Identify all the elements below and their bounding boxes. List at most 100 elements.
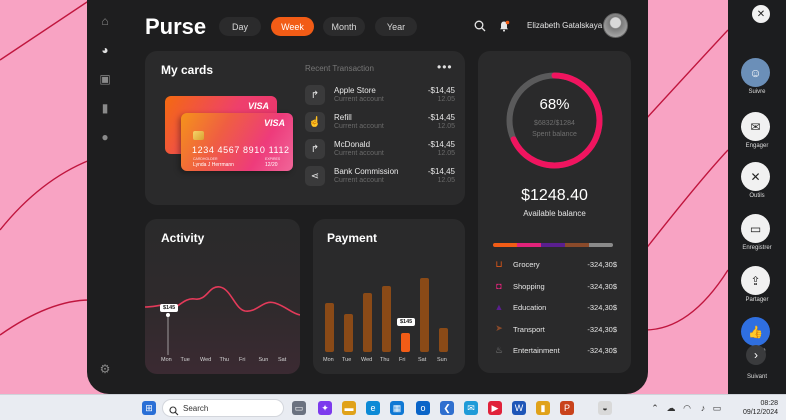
transaction-row[interactable]: ↱ McDonald Current account -$14,45 12.05 xyxy=(305,137,455,161)
transaction-date: 12.05 xyxy=(437,150,455,157)
transaction-account: Current account xyxy=(334,150,384,157)
my-cards-title: My cards xyxy=(161,63,214,77)
speaker-icon[interactable]: ♪ xyxy=(696,401,710,415)
payment-bar[interactable] xyxy=(439,328,448,352)
folder-icon[interactable]: ▭ xyxy=(741,214,770,243)
payment-panel: Payment $145 Mon Tue Wed Thu Fri Sat Sun xyxy=(313,219,465,374)
outlook-icon[interactable]: o xyxy=(416,401,430,415)
my-cards-panel: My cards Recent Transaction ••• VISA VIS… xyxy=(145,51,465,205)
avatar[interactable] xyxy=(603,13,628,38)
category-name: Shopping xyxy=(513,281,545,291)
payment-bar[interactable] xyxy=(420,277,429,352)
chevron-up-icon[interactable]: ⌃ xyxy=(648,401,662,415)
spent-ratio: $6832/$1284 xyxy=(534,120,575,127)
category-row[interactable]: ➤ Transport -324,30$ xyxy=(493,321,617,337)
transaction-row[interactable]: ↱ Apple Store Current account -$14,45 12… xyxy=(305,83,455,107)
settings-icon[interactable]: ⚙ xyxy=(98,362,112,376)
tab-day[interactable]: Day xyxy=(219,17,261,36)
taskbar-clock[interactable]: 08:28 09/12/2024 xyxy=(743,399,778,417)
card-number: 1234 4567 8910 1112 xyxy=(192,145,290,155)
powerpoint-icon[interactable]: P xyxy=(560,401,574,415)
transaction-row[interactable]: ⋖ Bank Commission Current account -$14,4… xyxy=(305,164,455,188)
location-icon[interactable]: ● xyxy=(98,130,112,144)
transaction-amount: -$14,45 xyxy=(427,86,455,95)
teams-icon[interactable]: ✉ xyxy=(464,401,478,415)
category-bar-segment xyxy=(493,243,517,247)
home-icon[interactable]: ⌂ xyxy=(98,14,112,28)
archive-icon[interactable]: ▣ xyxy=(98,72,112,86)
store-icon[interactable]: ▦ xyxy=(390,401,404,415)
payment-day-label: Sat xyxy=(418,357,427,363)
transaction-name: Apple Store xyxy=(334,86,376,95)
activity-day-label: Wed xyxy=(200,357,212,363)
search-icon xyxy=(169,403,179,420)
bookmark-icon[interactable]: ▮ xyxy=(98,101,112,115)
word-icon[interactable]: W xyxy=(512,401,526,415)
next-icon[interactable]: › xyxy=(746,345,766,365)
notification-bell-icon[interactable] xyxy=(497,19,511,33)
category-row[interactable]: ⊔ Grocery -324,30$ xyxy=(493,256,617,272)
share-icon[interactable]: ⇪ xyxy=(741,266,770,295)
category-amount: -324,30$ xyxy=(587,303,617,312)
edge-icon[interactable]: e xyxy=(366,401,380,415)
payment-bar[interactable] xyxy=(325,302,334,352)
search-icon[interactable] xyxy=(473,19,487,33)
copilot-icon[interactable]: ✦ xyxy=(318,401,332,415)
payment-bar[interactable] xyxy=(363,293,372,352)
cloud-icon[interactable]: ☁ xyxy=(664,401,678,415)
recent-transaction-label: Recent Transaction xyxy=(305,64,374,73)
transaction-name: Bank Commission xyxy=(334,167,399,176)
windows-start-icon[interactable]: ⊞ xyxy=(142,401,156,415)
credit-card-front[interactable]: VISA 1234 4567 8910 1112 CARDHOLDER Lynd… xyxy=(181,113,293,171)
visa-logo-front: VISA xyxy=(263,118,285,128)
category-amount: -324,30$ xyxy=(587,346,617,355)
transaction-account: Current account xyxy=(334,177,384,184)
tools-icon[interactable]: ✕ xyxy=(741,162,770,191)
transaction-date: 12.05 xyxy=(437,177,455,184)
battery-icon[interactable]: ▭ xyxy=(710,401,724,415)
youtube-icon[interactable]: ▶ xyxy=(488,401,502,415)
expires-label: EXPIRES xyxy=(265,157,281,161)
app-logo: Purse xyxy=(145,14,207,39)
category-name: Transport xyxy=(513,324,545,334)
more-options-icon[interactable]: ••• xyxy=(437,60,453,74)
category-row[interactable]: ▲ Education -324,30$ xyxy=(493,299,617,315)
tab-year[interactable]: Year xyxy=(375,17,417,36)
close-icon[interactable]: ✕ xyxy=(752,5,770,23)
activity-line-chart xyxy=(145,286,300,355)
payment-bar[interactable] xyxy=(344,314,353,352)
transaction-amount: -$14,45 xyxy=(427,113,455,122)
taskbar-search[interactable]: Search xyxy=(162,399,284,417)
payment-bar[interactable] xyxy=(401,333,410,352)
clock-date: 09/12/2024 xyxy=(742,409,778,416)
tab-week[interactable]: Week xyxy=(271,17,314,36)
strip-label: Enregistrer xyxy=(742,245,772,251)
like-icon[interactable]: 👍 xyxy=(741,317,770,346)
category-row[interactable]: ♨ Entertainment -324,30$ xyxy=(493,342,617,358)
pie-chart-icon[interactable]: ◕ xyxy=(98,43,112,57)
vscode-icon[interactable]: ❮ xyxy=(440,401,454,415)
transaction-row[interactable]: ☝ Refill Current account -$14,45 12.05 xyxy=(305,110,455,134)
cap-icon: ▲ xyxy=(494,302,504,312)
basket-icon: ⊔ xyxy=(495,258,503,269)
payment-day-label: Fri xyxy=(399,357,406,363)
profile-icon[interactable]: ☺ xyxy=(741,58,770,87)
tab-month[interactable]: Month xyxy=(323,17,365,36)
task-view-icon[interactable]: ▭ xyxy=(292,401,306,415)
app-icon[interactable]: ◒ xyxy=(598,401,612,415)
mail-icon[interactable]: ✉ xyxy=(741,112,770,141)
activity-day-label: Fri xyxy=(239,357,246,363)
transaction-account: Current account xyxy=(334,123,384,130)
transaction-amount: -$14,45 xyxy=(427,167,455,176)
payment-bar[interactable] xyxy=(382,285,391,352)
category-bar-segment xyxy=(541,243,565,247)
folder-icon[interactable]: ▮ xyxy=(536,401,550,415)
user-name[interactable]: Elizabeth Gatalskaya xyxy=(527,21,602,30)
wifi-icon[interactable]: ◠ xyxy=(680,401,694,415)
category-row[interactable]: ◘ Shopping -324,30$ xyxy=(493,278,617,294)
payment-day-label: Tue xyxy=(342,357,352,363)
clock-time: 08:28 xyxy=(760,400,778,407)
arrow-icon: ↱ xyxy=(305,85,325,105)
activity-day-label: Sat xyxy=(278,357,287,363)
file-explorer-icon[interactable]: ▬ xyxy=(342,401,356,415)
